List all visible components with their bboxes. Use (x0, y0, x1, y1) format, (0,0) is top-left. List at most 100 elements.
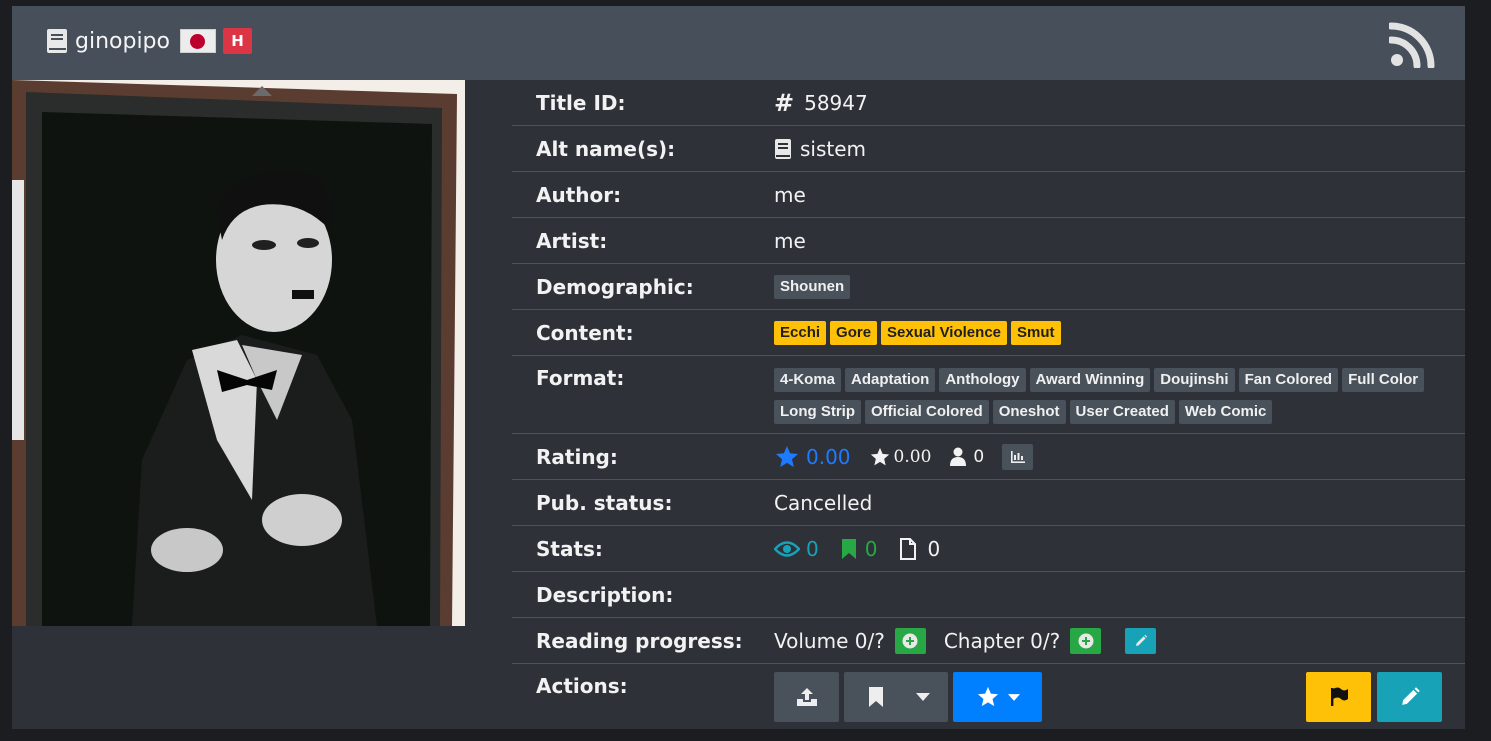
label-title-id: Title ID: (536, 90, 626, 115)
upload-icon (796, 688, 817, 706)
row-title-id: Title ID: # 58947 (512, 80, 1465, 126)
book-icon (47, 29, 67, 53)
star-icon (776, 445, 798, 467)
value-alt-names: sistem (774, 126, 1465, 171)
file-icon (900, 537, 917, 560)
star-icon (977, 686, 998, 707)
label-reading-progress: Reading progress: (536, 628, 743, 653)
artist-link[interactable]: me (774, 229, 806, 253)
tag-gore[interactable]: Gore (830, 320, 878, 345)
tag-award-winning[interactable]: Award Winning (1029, 367, 1151, 392)
pub-status-text: Cancelled (774, 490, 873, 515)
volume-progress: Volume 0/? (774, 628, 885, 653)
title-id-text: 58947 (804, 90, 868, 115)
tag-doujinshi[interactable]: Doujinshi (1154, 367, 1235, 392)
tag-web-comic[interactable]: Web Comic (1178, 399, 1273, 424)
label-pub-status: Pub. status: (536, 490, 673, 515)
label-stats: Stats: (536, 536, 603, 561)
label-rating: Rating: (536, 444, 618, 469)
tag-user-created[interactable]: User Created (1069, 399, 1175, 424)
report-button[interactable] (1306, 672, 1371, 722)
star-icon (870, 447, 889, 465)
tag-ecchi[interactable]: Ecchi (774, 320, 827, 345)
chapter-progress: Chapter 0/? (943, 628, 1061, 653)
tag-oneshot[interactable]: Oneshot (992, 399, 1066, 424)
label-demographic: Demographic: (536, 274, 694, 299)
value-title-id: # 58947 (774, 80, 1465, 125)
bookmark-icon (869, 687, 883, 707)
info-table: Title ID: # 58947 Alt name(s): sistem Au… (512, 80, 1465, 729)
row-demographic: Demographic: Shounen (512, 264, 1465, 310)
upload-button[interactable] (774, 672, 839, 722)
pencil-icon (1135, 634, 1147, 646)
follow-button[interactable] (844, 672, 948, 722)
hashtag-icon: # (774, 88, 795, 117)
row-reading-progress: Reading progress: Volume 0/? Chapter 0/? (512, 618, 1465, 664)
value-reading-progress: Volume 0/? Chapter 0/? (774, 618, 1465, 663)
bar-chart-icon (1010, 450, 1025, 463)
stats-follows: 0 (864, 536, 878, 561)
value-actions (774, 664, 1465, 729)
title-text: ginopipo (75, 28, 170, 54)
edit-button[interactable] (1377, 672, 1442, 722)
label-description: Description: (536, 582, 674, 607)
rating-bayesian: 0.00 (806, 444, 851, 469)
rating-mean: 0.00 (893, 446, 932, 467)
label-content: Content: (536, 320, 634, 345)
increment-chapter-button[interactable] (1070, 627, 1102, 654)
portrait-image (12, 80, 465, 626)
tag-official-colored[interactable]: Official Colored (865, 399, 989, 424)
tag-anthology[interactable]: Anthology (939, 367, 1026, 392)
book-icon (775, 138, 791, 159)
rating-chart-button[interactable] (1002, 443, 1034, 470)
bookmark-icon (841, 538, 856, 559)
rss-icon[interactable] (1389, 22, 1435, 68)
row-format: Format: 4-Koma Adaptation Anthology Awar… (512, 356, 1465, 434)
tag-smut[interactable]: Smut (1011, 320, 1061, 345)
eye-icon (774, 540, 800, 557)
label-author: Author: (536, 182, 622, 207)
user-icon (950, 447, 967, 466)
value-rating: 0.00 0.00 0 (774, 434, 1465, 479)
value-content: Ecchi Gore Sexual Violence Smut (774, 310, 1465, 355)
row-artist: Artist: me (512, 218, 1465, 264)
row-pub-status: Pub. status: Cancelled (512, 480, 1465, 526)
right-actions (1306, 672, 1442, 722)
author-link[interactable]: me (774, 183, 806, 207)
rate-button[interactable] (953, 672, 1042, 722)
japan-flag-icon (179, 29, 216, 53)
value-format: 4-Koma Adaptation Anthology Award Winnin… (774, 356, 1465, 433)
tag-shounen[interactable]: Shounen (774, 274, 851, 299)
caret-down-icon (916, 693, 930, 701)
stats-chapters: 0 (927, 536, 941, 561)
tag-adaptation[interactable]: Adaptation (845, 367, 936, 392)
tag-full-color[interactable]: Full Color (1342, 367, 1425, 392)
stats-views: 0 (806, 536, 819, 561)
row-actions: Actions: (512, 664, 1465, 729)
row-alt-names: Alt name(s): sistem (512, 126, 1465, 172)
pencil-icon (1401, 687, 1420, 705)
hentai-badge: H (222, 28, 252, 54)
label-actions: Actions: (536, 674, 628, 698)
tag-fan-colored[interactable]: Fan Colored (1238, 367, 1339, 392)
label-artist: Artist: (536, 228, 608, 253)
cover-image[interactable] (12, 80, 465, 626)
plus-circle-icon (1078, 633, 1094, 648)
plus-circle-icon (902, 633, 918, 648)
increment-volume-button[interactable] (894, 627, 926, 654)
edit-progress-button[interactable] (1125, 627, 1157, 654)
row-stats: Stats: 0 0 0 (512, 526, 1465, 572)
value-demographic: Shounen (774, 264, 1465, 309)
title-card: ginopipo H Title ID: # 58947 Alt name(s)… (12, 6, 1465, 729)
tag-long-strip[interactable]: Long Strip (774, 399, 861, 424)
tag-sexual-violence[interactable]: Sexual Violence (881, 320, 1007, 345)
alt-name-text: sistem (800, 136, 867, 161)
label-alt-names: Alt name(s): (536, 136, 676, 161)
flag-icon (1330, 687, 1348, 706)
row-rating: Rating: 0.00 0.00 0 (512, 434, 1465, 480)
tag-4-koma[interactable]: 4-Koma (774, 367, 842, 392)
value-description (774, 572, 1465, 617)
card-header: ginopipo H (12, 6, 1465, 80)
row-content: Content: Ecchi Gore Sexual Violence Smut (512, 310, 1465, 356)
row-author: Author: me (512, 172, 1465, 218)
